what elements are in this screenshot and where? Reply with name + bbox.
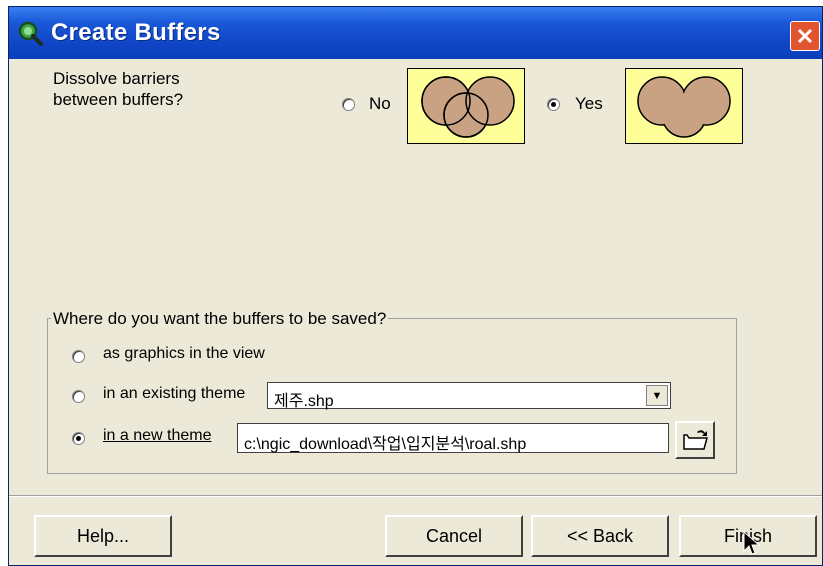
open-folder-icon: [683, 430, 708, 450]
dissolved-buffers-icon: [637, 76, 731, 138]
dissolve-yes-radio[interactable]: [547, 98, 560, 111]
new-theme-path-value: c:\ngic_download\작업\입지분석\roal.shp: [244, 436, 527, 453]
help-button[interactable]: Help...: [34, 515, 172, 557]
close-icon: [797, 28, 813, 44]
close-button[interactable]: [790, 21, 820, 51]
magnifier-icon: [18, 21, 43, 46]
create-buffers-dialog: Create Buffers Dissolve barriers between…: [8, 6, 823, 566]
title-bar[interactable]: Create Buffers: [9, 7, 822, 59]
new-theme-radio[interactable]: [72, 432, 85, 445]
window-title: Create Buffers: [51, 19, 221, 46]
overlapping-buffers-icon: [421, 76, 515, 138]
new-theme-path-input[interactable]: c:\ngic_download\작업\입지분석\roal.shp: [237, 423, 669, 453]
dissolve-yes-label[interactable]: Yes: [575, 94, 603, 114]
existing-theme-radio[interactable]: [72, 390, 85, 403]
existing-theme-label[interactable]: in an existing theme: [103, 385, 245, 403]
no-dissolve-preview: [407, 68, 525, 144]
existing-theme-value: 제주.shp: [274, 393, 334, 410]
chevron-down-icon[interactable]: ▼: [646, 385, 668, 406]
browse-button[interactable]: [675, 421, 715, 459]
dissolve-no-label[interactable]: No: [369, 94, 391, 114]
dissolve-label: Dissolve barriers between buffers?: [53, 68, 183, 110]
new-theme-label[interactable]: in a new theme: [103, 427, 212, 445]
dissolve-preview: [625, 68, 743, 144]
graphics-radio[interactable]: [72, 350, 85, 363]
graphics-label[interactable]: as graphics in the view: [103, 345, 265, 363]
dissolve-label-line2: between buffers?: [53, 90, 184, 109]
save-location-legend: Where do you want the buffers to be save…: [51, 309, 389, 329]
cancel-button[interactable]: Cancel: [385, 515, 523, 557]
existing-theme-select[interactable]: 제주.shp ▼: [267, 382, 671, 410]
dissolve-label-line1: Dissolve barriers: [53, 69, 180, 88]
mouse-cursor-icon: [743, 531, 761, 555]
back-button[interactable]: << Back: [531, 515, 669, 557]
button-divider: [9, 495, 822, 497]
dissolve-no-radio[interactable]: [342, 98, 355, 111]
